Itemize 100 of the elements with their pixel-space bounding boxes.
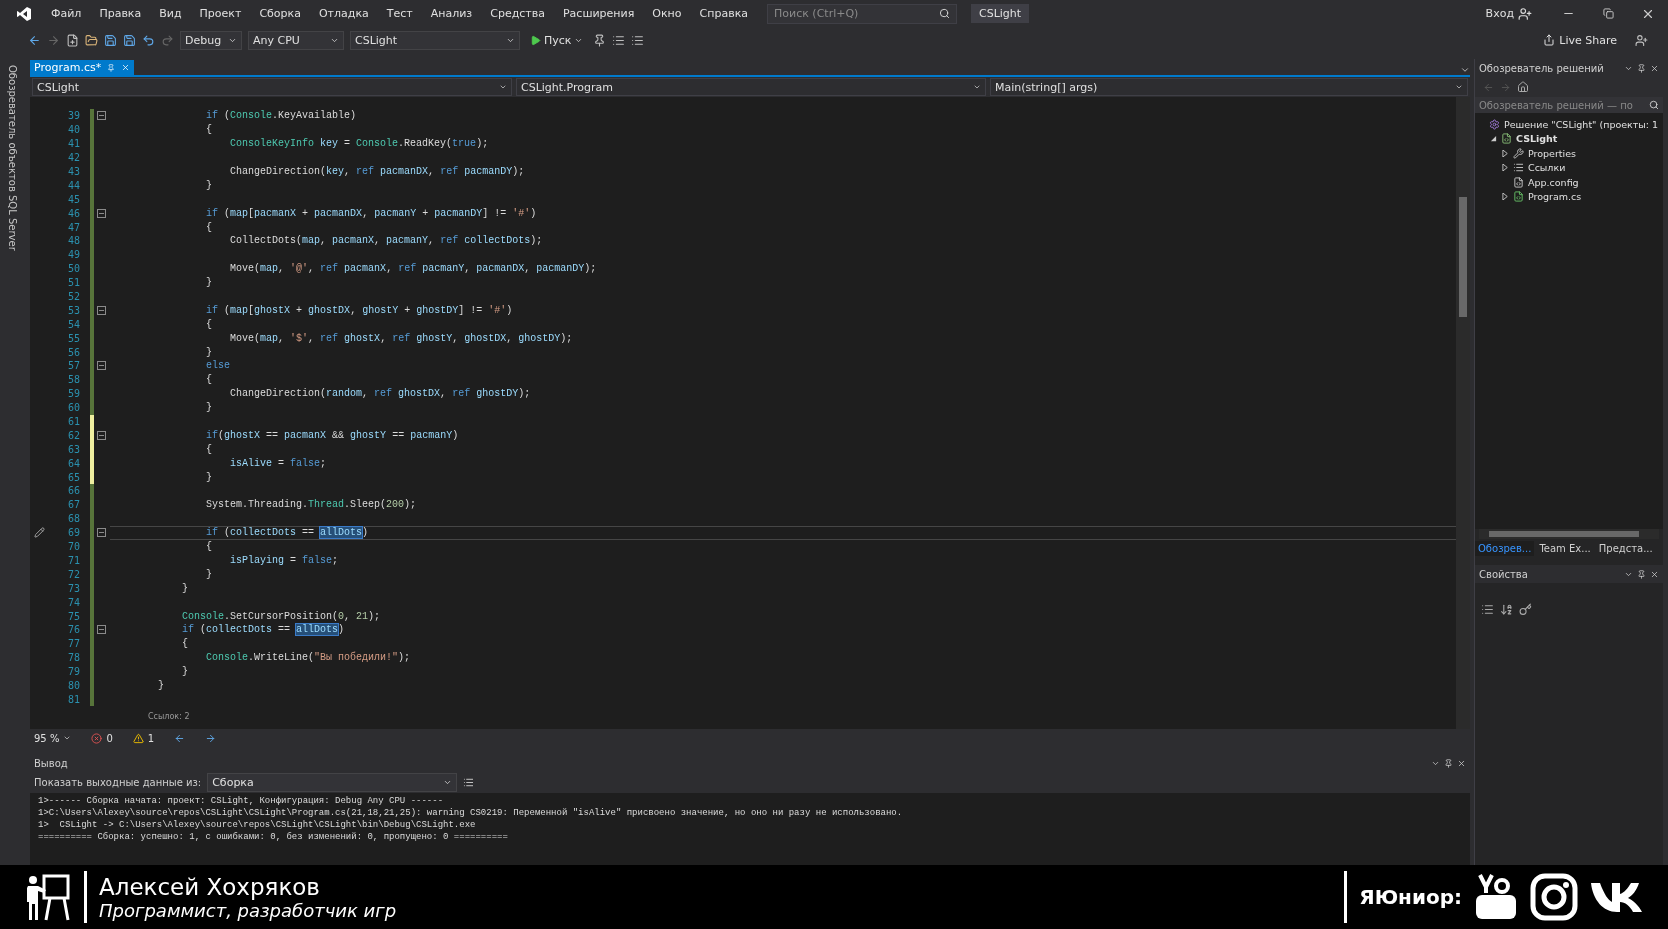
- code-line: else: [205, 359, 232, 373]
- new-file-icon[interactable]: [66, 33, 79, 47]
- collapsed-arrow-icon[interactable]: [1501, 164, 1509, 172]
- line-number: 42: [67, 152, 80, 164]
- close-icon[interactable]: [1457, 758, 1466, 768]
- menu-item[interactable]: Файл: [42, 7, 91, 20]
- panel-tab[interactable]: Обозрев...: [1475, 540, 1535, 556]
- forward-icon[interactable]: [47, 33, 60, 47]
- user-icon[interactable]: [1635, 33, 1648, 47]
- panel-tab[interactable]: Предста...: [1595, 540, 1656, 556]
- menu-item[interactable]: Вид: [150, 7, 191, 20]
- pin-icon[interactable]: [593, 33, 607, 47]
- key-icon[interactable]: [1519, 603, 1532, 616]
- scrollbar[interactable]: [1456, 97, 1470, 729]
- tree-item[interactable]: Properties: [1528, 147, 1576, 159]
- fold-icon[interactable]: [96, 528, 106, 538]
- menu-item[interactable]: Правка: [90, 7, 151, 20]
- menu-item[interactable]: Расширения: [553, 7, 644, 20]
- tree-item[interactable]: Ссылки: [1528, 162, 1566, 174]
- share-icon: [1543, 34, 1556, 46]
- run-button[interactable]: Пуск: [526, 33, 588, 47]
- error-count[interactable]: 0: [106, 732, 113, 744]
- menu-item[interactable]: Анализ: [421, 7, 482, 20]
- fold-icon[interactable]: [96, 208, 106, 218]
- tree-item[interactable]: Program.cs: [1528, 191, 1582, 203]
- code-line: Move(map, '$', ref ghostX, ref ghostY, ghostDX, ghostDY);: [229, 331, 574, 346]
- list-icon[interactable]: [463, 776, 475, 788]
- line-number: 70: [67, 541, 80, 553]
- restore-icon: [1602, 8, 1614, 19]
- menu-item[interactable]: Окно: [643, 7, 691, 20]
- menu-item[interactable]: Средства: [481, 7, 554, 20]
- expanded-arrow-icon[interactable]: [1489, 135, 1497, 143]
- tree-item[interactable]: CSLight: [1516, 133, 1558, 145]
- open-folder-icon[interactable]: [85, 33, 98, 47]
- login-link[interactable]: Вход: [1485, 7, 1514, 20]
- close-icon[interactable]: [1650, 569, 1659, 579]
- fold-icon[interactable]: [96, 111, 106, 121]
- instagram-icon[interactable]: [1530, 873, 1578, 921]
- undo-icon[interactable]: [142, 33, 155, 47]
- code-line: {: [205, 540, 214, 554]
- youtube-icon[interactable]: [1474, 873, 1518, 921]
- fold-icon[interactable]: [96, 430, 106, 440]
- line-number: 67: [67, 499, 80, 511]
- source-dropdown[interactable]: Сборка: [207, 772, 458, 792]
- tree-item[interactable]: Решение "CSLight" (проекты: 1: [1504, 118, 1659, 130]
- sort-icon[interactable]: [1500, 603, 1513, 616]
- home-icon[interactable]: [1517, 81, 1529, 93]
- menu-item[interactable]: Отладка: [309, 7, 378, 20]
- panel-tab[interactable]: Team Ex...: [1536, 540, 1594, 556]
- zoom-dropdown[interactable]: 95 %: [34, 732, 72, 744]
- platform-dropdown[interactable]: Any CPU: [248, 30, 344, 50]
- menu-item[interactable]: Сборка: [250, 7, 310, 20]
- code-line: if (map[pacmanX + pacmanDX, pacmanY + pacmanDY] != '#'): [205, 206, 538, 221]
- panel-title: Обозреватель решений: [1479, 62, 1604, 74]
- save-all-icon[interactable]: [123, 33, 136, 47]
- logo-icon: [16, 5, 32, 22]
- codelens[interactable]: Ссылок: 2: [148, 712, 190, 722]
- line-number: 48: [67, 235, 80, 247]
- pin-icon[interactable]: [1444, 758, 1453, 768]
- back-icon[interactable]: [28, 33, 41, 47]
- code-line: }: [181, 581, 189, 596]
- live-share-button[interactable]: Live Share: [1537, 32, 1623, 48]
- class-selector[interactable]: CSLight.Program: [516, 78, 986, 96]
- code-line: ChangeDirection(random, ref ghostDX, ref ghostDY);: [229, 387, 532, 401]
- list-icon[interactable]: [631, 33, 645, 47]
- configuration-dropdown[interactable]: Debug: [180, 30, 242, 50]
- save-icon[interactable]: [104, 33, 117, 47]
- search-field[interactable]: Обозреватель решений — по: [1475, 97, 1663, 113]
- side-tab[interactable]: Обозреватель объектов SQL Server: [6, 65, 18, 251]
- member-selector[interactable]: Main(string[] args): [990, 78, 1468, 96]
- scrollbar[interactable]: [1479, 529, 1659, 539]
- fold-icon[interactable]: [96, 305, 106, 315]
- line-number: 49: [67, 249, 80, 261]
- caret-icon: [63, 734, 72, 742]
- menu-item[interactable]: Тест: [377, 7, 422, 20]
- close-icon[interactable]: [1650, 63, 1659, 73]
- categorized-icon[interactable]: [1481, 603, 1494, 616]
- previous-icon[interactable]: [174, 732, 186, 744]
- user-icon[interactable]: [1518, 6, 1532, 21]
- output-text: 1>------ Сборка начата: проект: CSLight, Конфигурация: Debug Any CPU ------ 1>C:\Users\Alexey\source\repos\CSLight\CSLight\Program.cs(21,18,21,25): warning CS0219: Переменной "isAlive" присвоено значение, но оно ни разу не использовано. 1> CSLight -> C:\Users\Alexey\source\repos\CSLight\CSLight\bin\Debug\CSLight.exe ========== Сборка: успешно: 1, с ошибками: 0, без изменений: 0, пропущено: 0 ==========: [30, 793, 1470, 865]
- vk-icon[interactable]: [1590, 880, 1644, 914]
- collapsed-arrow-icon[interactable]: [1501, 193, 1509, 201]
- project-dropdown[interactable]: CSLight: [350, 30, 520, 50]
- project-selector[interactable]: CSLight: [32, 78, 512, 96]
- close-icon[interactable]: [121, 63, 131, 72]
- presenter-icon: [24, 872, 72, 922]
- list-icon[interactable]: [612, 33, 626, 47]
- menu-item[interactable]: Проект: [190, 7, 251, 20]
- fold-icon[interactable]: [96, 625, 106, 635]
- tree-item[interactable]: App.config: [1528, 176, 1579, 188]
- pin-icon[interactable]: [1637, 569, 1646, 579]
- warning-count[interactable]: 1: [147, 732, 155, 744]
- fold-icon[interactable]: [96, 361, 106, 371]
- pin-icon[interactable]: [1637, 63, 1646, 73]
- search-field[interactable]: Поиск (Ctrl+Q): [767, 3, 957, 24]
- collapsed-arrow-icon[interactable]: [1501, 149, 1509, 157]
- document-tab[interactable]: Program.cs*: [30, 60, 135, 75]
- pencil-icon[interactable]: [34, 527, 45, 539]
- menu-item[interactable]: Справка: [690, 7, 757, 20]
- next-icon[interactable]: [205, 732, 217, 744]
